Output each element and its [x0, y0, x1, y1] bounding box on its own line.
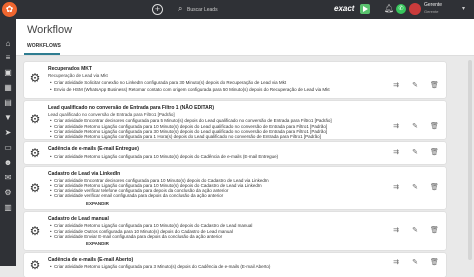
delete-icon[interactable]: 🗑︎	[430, 82, 439, 90]
activity-item: Criar atividade Enviar E-mail configurad…	[50, 234, 222, 239]
workflow-card[interactable]: ⚙ Cadência de e-mails (E-mail Entregue) …	[24, 142, 446, 164]
user-role: Gerente	[424, 9, 439, 14]
flow-icon[interactable]: ⇉	[392, 227, 400, 235]
row-actions: ⇉ ✎ 🗑︎	[392, 123, 439, 131]
workflow-title: Cadastro de Lead via LinkedIn	[48, 171, 121, 177]
workflow-card[interactable]: ⚙ Recuperados MKT Recuperação de Lead vi…	[24, 62, 446, 98]
chart-icon[interactable]: ▥	[2, 202, 14, 214]
delete-icon[interactable]: 🗑︎	[430, 149, 439, 157]
workflow-title: Cadastro de Lead manual	[48, 216, 109, 222]
exact-brand[interactable]: exact	[334, 3, 370, 16]
activity-item: Criar atividade Encontrar decisores conf…	[50, 118, 332, 123]
avatar[interactable]	[409, 3, 421, 15]
workflow-title: Cadência de e-mails (E-mail Aberto)	[48, 257, 134, 263]
gear-icon: ⚙	[29, 224, 41, 238]
users-icon[interactable]: ☻	[2, 157, 14, 169]
home-icon[interactable]: ⌂	[2, 38, 14, 50]
brand-label: exact	[334, 4, 355, 13]
activity-item: Criar atividade Retorno Ligação configur…	[50, 134, 321, 139]
activity-item: Criar atividade Retorno Ligação configur…	[50, 154, 278, 159]
delete-icon[interactable]: 🗑︎	[430, 123, 439, 131]
clipboard-icon[interactable]: ▤	[2, 97, 14, 109]
flow-icon[interactable]: ⇉	[392, 184, 400, 192]
search-input[interactable]	[187, 5, 297, 15]
row-actions: ⇉ ✎ 🗑︎	[392, 184, 439, 192]
activity-item: Criar atividade Retorno Ligação configur…	[50, 264, 270, 269]
gear-icon: ⚙	[29, 258, 41, 272]
workflow-title: Recuperados MKT	[48, 66, 92, 72]
flow-icon[interactable]: ⇉	[392, 82, 400, 90]
tab-workflows[interactable]: WORKFLOWS	[27, 43, 61, 49]
edit-icon[interactable]: ✎	[411, 82, 419, 90]
chevron-down-icon[interactable]: ▾	[462, 5, 465, 12]
workflow-subtitle: Lead qualificado no conversão de Entrada…	[48, 112, 175, 117]
edit-icon[interactable]: ✎	[411, 184, 419, 192]
tab-indicator	[24, 53, 60, 55]
workflow-title: Lead qualificado no conversão de Entrada…	[48, 105, 215, 111]
page-title: Workflow	[27, 24, 73, 36]
calendar-icon[interactable]: ▦	[2, 82, 14, 94]
sidebar: ⌂ ≡ ▣ ▦ ▤ ▼ ➤ ▭ ☻ ✉ ⚙ ▥	[0, 19, 16, 266]
edit-icon[interactable]: ✎	[411, 123, 419, 131]
activity-item: Criar atividade Retorno Ligação configur…	[50, 124, 327, 129]
edit-icon[interactable]: ✎	[411, 227, 419, 235]
row-actions: ⇉ ✎ 🗑︎	[392, 82, 439, 90]
delete-icon[interactable]: 🗑︎	[430, 184, 439, 192]
workflow-title: Cadência de e-mails (E-mail Entregue)	[48, 146, 139, 152]
filter-icon[interactable]: ▼	[2, 112, 14, 124]
whatsapp-icon[interactable]: ✆	[396, 4, 406, 14]
flow-icon[interactable]: ⇉	[392, 149, 400, 157]
list-icon[interactable]: ≡	[2, 52, 14, 64]
expand-button[interactable]: EXPANDIR	[86, 201, 109, 206]
edit-icon[interactable]: ✎	[411, 149, 419, 157]
row-actions: ⇉ ✎ 🗑︎	[392, 149, 439, 157]
user-name[interactable]: Gerente	[424, 2, 442, 8]
gear-icon: ⚙	[29, 71, 41, 85]
delete-icon[interactable]: 🗑︎	[430, 227, 439, 235]
bell-icon[interactable]: 🔔︎	[384, 4, 394, 13]
row-actions: ⇉ ✎ 🗑︎	[392, 227, 439, 235]
send-icon[interactable]: ➤	[2, 127, 14, 139]
briefcase-icon[interactable]: ▣	[2, 67, 14, 79]
activity-item: Envio de HSM (WhatsApp Business) Retomar…	[50, 87, 330, 92]
app-logo-icon[interactable]: ✿	[2, 2, 17, 17]
gear-icon: ⚙	[29, 181, 41, 195]
chat-icon[interactable]: ✉	[2, 172, 14, 184]
workflow-card[interactable]: ⚙ Cadência de e-mails (E-mail Aberto) Cr…	[24, 253, 446, 277]
flow-icon[interactable]: ⇉	[392, 123, 400, 131]
settings-icon[interactable]: ⚙	[2, 187, 14, 199]
gear-icon: ⚙	[29, 112, 41, 126]
workflow-card[interactable]: ⚙ Cadastro de Lead manual Criar atividad…	[24, 212, 446, 250]
activity-item: Criar atividade Outros configurada para …	[50, 229, 233, 234]
page-header: Workflow WORKFLOWS	[16, 19, 474, 56]
gear-icon: ⚙	[29, 146, 41, 160]
activity-item: Criar atividade Retorno Ligação configur…	[50, 223, 252, 228]
top-bar: ✿ + ⌕ exact 🔔︎ ✆ Gerente Gerente ▾	[0, 0, 474, 19]
workflow-subtitle: Recuperação de Lead via Mkt	[48, 73, 108, 78]
search-icon[interactable]: ⌕	[178, 4, 182, 14]
expand-button[interactable]: EXPANDIR	[86, 241, 109, 246]
add-button[interactable]: +	[152, 4, 163, 15]
activity-item: Criar atividade Solicitar conexão no Lin…	[50, 80, 286, 85]
scrollbar[interactable]	[468, 60, 472, 260]
workflow-card[interactable]: ⚙ Lead qualificado no conversão de Entra…	[24, 101, 446, 139]
workflow-card[interactable]: ⚙ Cadastro de Lead via LinkedIn Criar at…	[24, 167, 446, 209]
activity-item: Criar atividade verificar email configur…	[50, 193, 223, 198]
monitor-icon[interactable]: ▭	[2, 142, 14, 154]
play-icon	[360, 4, 370, 14]
